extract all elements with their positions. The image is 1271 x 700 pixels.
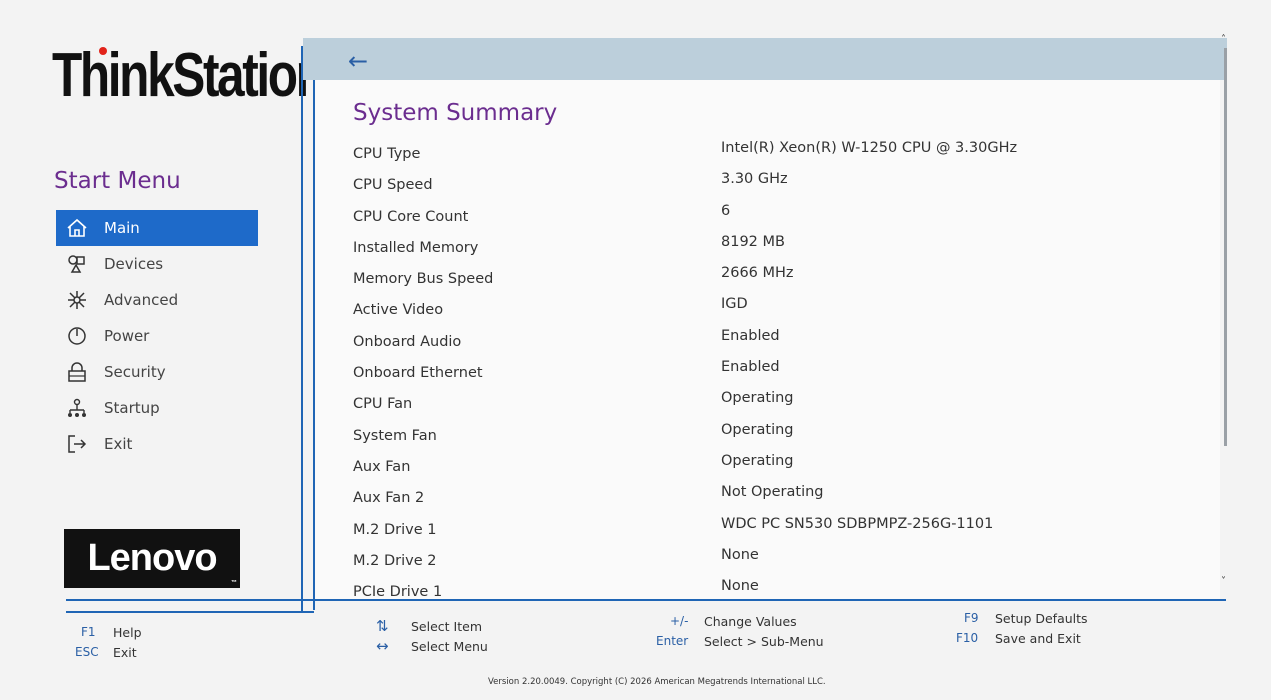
logo-dot xyxy=(99,47,107,55)
f1-key: F1 xyxy=(81,625,96,639)
esc-desc: Exit xyxy=(113,645,137,660)
summary-row: Onboard Audio Enabled xyxy=(353,328,1213,359)
summary-value: Operating xyxy=(721,421,794,438)
left-right-arrows-icon: ↔ xyxy=(376,637,389,655)
sidebar-item-label: Main xyxy=(104,219,140,237)
summary-row: Aux Fan 2 Not Operating xyxy=(353,484,1213,515)
summary-label: Onboard Audio xyxy=(353,333,462,350)
sub-menu-desc: Select > Sub-Menu xyxy=(704,634,824,649)
home-icon xyxy=(64,218,90,238)
summary-row: Onboard Ethernet Enabled xyxy=(353,359,1213,390)
summary-value: Intel(R) Xeon(R) W-1250 CPU @ 3.30GHz xyxy=(721,140,1018,156)
summary-value: None xyxy=(721,578,759,595)
summary-label: Memory Bus Speed xyxy=(353,271,494,288)
summary-label: Active Video xyxy=(353,302,444,319)
divider xyxy=(66,599,1226,601)
sidebar-item-label: Security xyxy=(104,363,166,381)
devices-icon xyxy=(64,254,90,274)
divider xyxy=(301,46,303,611)
summary-row: Aux Fan Operating xyxy=(353,453,1213,484)
lock-icon xyxy=(64,362,90,382)
summary-label: CPU Type xyxy=(353,146,421,162)
select-item-desc: Select Item xyxy=(411,619,482,634)
summary-value: Operating xyxy=(721,390,794,407)
summary-label: M.2 Drive 1 xyxy=(353,521,437,538)
sidebar-item-advanced[interactable]: Advanced xyxy=(56,282,258,318)
panel-header: ← xyxy=(303,38,1227,80)
summary-label: System Fan xyxy=(353,427,437,444)
sidebar-item-label: Advanced xyxy=(104,291,179,309)
scroll-up-icon[interactable]: ˄ xyxy=(1221,34,1226,45)
summary-label: Onboard Ethernet xyxy=(353,365,483,382)
divider xyxy=(66,611,314,613)
sidebar-title: Start Menu xyxy=(54,168,181,194)
up-down-arrows-icon: ⇅ xyxy=(376,617,389,635)
scroll-down-icon[interactable]: ˅ xyxy=(1221,576,1226,587)
change-values-desc: Change Values xyxy=(704,614,797,629)
summary-row: CPU Core Count 6 xyxy=(353,203,1213,234)
summary-label: Aux Fan 2 xyxy=(353,490,425,507)
summary-row: Memory Bus Speed 2666 MHz xyxy=(353,265,1213,296)
sidebar-item-label: Power xyxy=(104,327,150,345)
f9-key: F9 xyxy=(964,611,979,625)
startup-icon xyxy=(64,398,90,418)
sidebar-item-label: Devices xyxy=(104,255,164,273)
sidebar-item-main[interactable]: Main xyxy=(56,210,258,246)
summary-row: M.2 Drive 1 WDC PC SN530 SDBPMPZ-256G-110… xyxy=(353,516,1213,547)
summary-row: M.2 Drive 2 None xyxy=(353,547,1213,578)
save-exit-desc: Save and Exit xyxy=(995,631,1081,646)
summary-row: PCIe Drive 1 None xyxy=(353,578,1213,600)
sidebar-menu: Main Devices Advanced Power Security Sta… xyxy=(56,210,258,462)
summary-label: Aux Fan xyxy=(353,458,411,475)
summary-value: Not Operating xyxy=(721,484,824,501)
summary-row: CPU Type Intel(R) Xeon(R) W-1250 CPU @ 3.… xyxy=(353,140,1213,171)
summary-label: M.2 Drive 2 xyxy=(353,552,437,569)
summary-row: CPU Fan Operating xyxy=(353,390,1213,421)
summary-row: CPU Speed 3.30 GHz xyxy=(353,171,1213,202)
sidebar-item-label: Startup xyxy=(104,399,160,417)
scrollbar[interactable] xyxy=(1224,48,1227,446)
summary-label: CPU Speed xyxy=(353,177,433,194)
summary-value: 6 xyxy=(721,202,731,219)
sidebar-item-security[interactable]: Security xyxy=(56,354,258,390)
sidebar-item-startup[interactable]: Startup xyxy=(56,390,258,426)
version-text: Version 2.20.0049. Copyright (C) 2026 Am… xyxy=(488,677,826,687)
plus-minus-key: +/- xyxy=(670,614,689,628)
arrow-left-icon[interactable]: ← xyxy=(348,47,368,75)
summary-row: Active Video IGD xyxy=(353,296,1213,327)
lenovo-logo: Lenovo ™ xyxy=(64,529,240,588)
summary-label: PCIe Drive 1 xyxy=(353,584,443,600)
summary-value: 8192 MB xyxy=(721,233,785,250)
summary-value: Operating xyxy=(721,452,794,469)
summary-value: 2666 MHz xyxy=(721,265,794,282)
thinkstation-logo: ThinkStation xyxy=(52,41,326,110)
summary-value: 3.30 GHz xyxy=(721,171,788,188)
summary-list: CPU Type Intel(R) Xeon(R) W-1250 CPU @ 3.… xyxy=(353,140,1213,600)
summary-label: CPU Fan xyxy=(353,396,413,413)
sidebar-item-exit[interactable]: Exit xyxy=(56,426,258,462)
summary-value: None xyxy=(721,546,759,563)
summary-value: Enabled xyxy=(721,359,780,376)
page-title: System Summary xyxy=(353,100,558,126)
enter-key: Enter xyxy=(656,634,689,648)
setup-defaults-desc: Setup Defaults xyxy=(995,611,1088,626)
sidebar-item-label: Exit xyxy=(104,435,133,453)
sidebar-item-power[interactable]: Power xyxy=(56,318,258,354)
select-menu-desc: Select Menu xyxy=(411,639,488,654)
summary-row: System Fan Operating xyxy=(353,422,1213,453)
f10-key: F10 xyxy=(956,631,979,645)
sidebar-item-devices[interactable]: Devices xyxy=(56,246,258,282)
main-panel: System Summary CPU Type Intel(R) Xeon(R) … xyxy=(315,80,1220,600)
exit-icon xyxy=(64,434,90,454)
advanced-icon xyxy=(64,290,90,310)
summary-value: Enabled xyxy=(721,327,780,344)
power-icon xyxy=(64,326,90,346)
summary-row: Installed Memory 8192 MB xyxy=(353,234,1213,265)
esc-key: ESC xyxy=(75,645,99,659)
summary-value: IGD xyxy=(721,296,748,313)
summary-value: WDC PC SN530 SDBPMPZ-256G-1101 xyxy=(721,515,994,532)
summary-label: CPU Core Count xyxy=(353,208,469,225)
summary-label: Installed Memory xyxy=(353,239,479,256)
f1-desc: Help xyxy=(113,625,142,640)
